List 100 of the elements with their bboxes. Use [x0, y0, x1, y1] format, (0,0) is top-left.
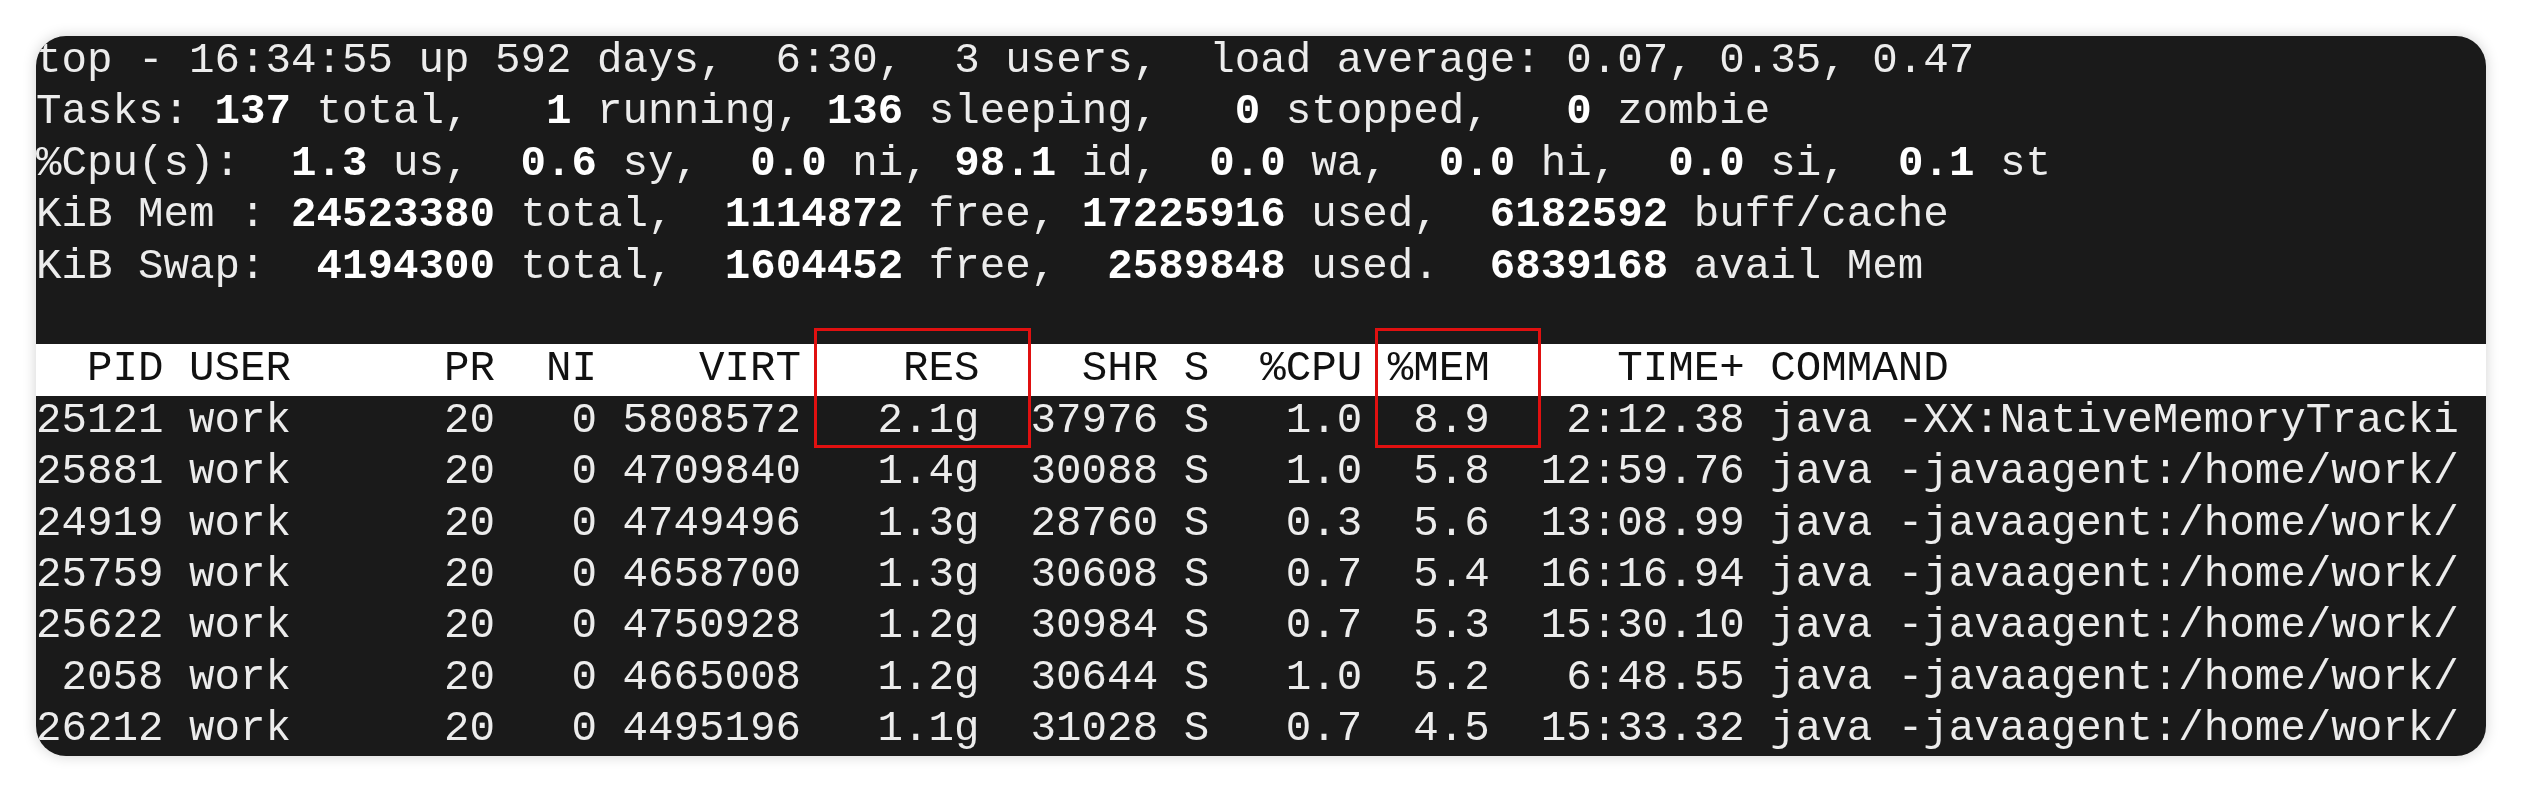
column-header[interactable]: RES [801, 344, 980, 396]
summary-line: KiB Mem : 24523380 total, 1114872 free, 17225916 used, 6182592 buff/cache [36, 190, 1950, 242]
table-cell-text: work [189, 601, 293, 653]
table-cell-text: 0 [570, 549, 598, 601]
table-cell-text: 0.3 [1284, 498, 1363, 550]
table-cell-text: 0 [570, 498, 598, 550]
column-header[interactable]: VIRT [597, 344, 802, 396]
table-cell-text: 30984 [1029, 601, 1159, 653]
table-cell-text: java -XX:NativeMemoryTracki [1770, 395, 2459, 447]
table-cell-text: 13:08.99 [1539, 498, 1745, 550]
table-cell-text: 2058 [60, 652, 164, 704]
table-cell-text: 20 [443, 704, 496, 756]
table-cell-text: 0.7 [1284, 704, 1363, 756]
table-cell-text: 15:33.32 [1539, 704, 1745, 756]
table-cell-text: 20 [443, 447, 496, 499]
table-cell-text: work [189, 498, 293, 550]
table-cell-text: 1.3g [876, 498, 980, 550]
table-cell-text: 0 [570, 601, 598, 653]
table-cell-text: 1.3g [876, 549, 980, 601]
column-header[interactable]: USER [189, 344, 394, 396]
table-cell-text: work [189, 704, 293, 756]
table-cell: 24919 [36, 498, 164, 550]
table-cell-text: 30608 [1029, 549, 1159, 601]
table-cell: 25622 [36, 601, 164, 653]
table-cell-text: 2:12.38 [1565, 395, 1745, 447]
table-cell-text: 5.6 [1412, 498, 1490, 550]
table-cell-text: work [189, 395, 293, 447]
table-cell-text: 4658700 [621, 549, 802, 601]
table-cell-text: 1.0 [1284, 447, 1363, 499]
table-cell: 26212 [36, 704, 164, 756]
table-cell-text: java -javaagent:/home/work/ [1770, 549, 2459, 601]
column-header[interactable]: SHR [979, 344, 1159, 396]
table-cell-text: 0 [570, 447, 598, 499]
table-cell-text: 20 [443, 601, 496, 653]
summary-line: %Cpu(s): 1.3 us, 0.6 sy, 0.0 ni, 98.1 id, 0.0 wa, 0.0 hi, 0.0 si, 0.1 st [36, 138, 2052, 190]
table-cell-text: 28760 [1029, 498, 1159, 550]
table-cell-text: 4495196 [621, 704, 802, 756]
table-cell-text: 8.9 [1412, 395, 1490, 447]
table-cell-text: S [1182, 704, 1210, 756]
column-header[interactable]: S [1158, 344, 1210, 396]
table-cell-text: 25759 [36, 549, 164, 601]
table-cell-text: 30644 [1029, 652, 1159, 704]
table-cell-text: 1.2g [876, 652, 980, 704]
column-header[interactable]: %CPU [1209, 344, 1363, 396]
table-cell: 25881 [36, 447, 164, 499]
table-cell-text: 15:30.10 [1539, 601, 1745, 653]
table-cell-text: 5.3 [1412, 601, 1490, 653]
table-cell-text: 16:16.94 [1539, 549, 1745, 601]
table-cell-text: 0.7 [1284, 549, 1363, 601]
summary-line: KiB Swap: 4194300 total, 1604452 free, 2589848 used. 6839168 avail Mem [36, 241, 1925, 293]
table-cell-text: 6:48.55 [1565, 652, 1745, 704]
table-cell-text: 2.1g [876, 395, 980, 447]
table-cell-text: S [1182, 652, 1210, 704]
table-cell-text: 4.5 [1412, 704, 1490, 756]
summary-line: top - 16:34:55 up 592 days, 6:30, 3 users, load average: 0.07, 0.35, 0.47 [36, 36, 1976, 87]
table-cell: java -javaagent:/home/work/ [1770, 447, 2459, 499]
table-cell-text: 0 [570, 704, 598, 756]
table-cell-text: 37976 [1029, 395, 1159, 447]
column-header[interactable]: TIME+ [1489, 344, 1745, 396]
table-cell-text: work [189, 447, 293, 499]
table-cell-text: 5.8 [1412, 447, 1490, 499]
column-header[interactable]: COMMAND [1770, 344, 1949, 396]
table-cell-text: S [1182, 549, 1210, 601]
table-cell-text: 20 [443, 549, 496, 601]
table-cell-text: S [1182, 447, 1210, 499]
table-cell: java -javaagent:/home/work/ [1770, 601, 2459, 653]
table-cell-text: 31028 [1029, 704, 1159, 756]
table-cell: java -javaagent:/home/work/ [1770, 498, 2459, 550]
table-cell-text: S [1182, 498, 1210, 550]
table-cell-text: 1.2g [876, 601, 980, 653]
column-header[interactable]: PID [36, 344, 164, 396]
table-cell-text: work [189, 549, 293, 601]
column-header[interactable]: PR [393, 344, 496, 396]
table-cell-text: 20 [443, 395, 496, 447]
table-cell-text: 25121 [36, 395, 164, 447]
table-cell-text: 5.2 [1412, 652, 1490, 704]
table-cell-text: 5.4 [1412, 549, 1490, 601]
table-cell-text: 20 [443, 652, 496, 704]
table-cell-text: S [1182, 601, 1210, 653]
table-cell-text: 4750928 [621, 601, 802, 653]
table-cell-text: 1.1g [876, 704, 980, 756]
table-cell-text: 4665008 [621, 652, 802, 704]
table-cell-text: 4749496 [621, 498, 802, 550]
summary-line: Tasks: 137 total, 1 running, 136 sleeping, 0 stopped, 0 zombie [36, 87, 1772, 139]
column-header[interactable]: %MEM [1362, 344, 1490, 396]
table-cell-text: 4709840 [621, 447, 802, 499]
table-cell-text: 1.0 [1284, 395, 1363, 447]
table-cell-text: 1.4g [876, 447, 980, 499]
table-cell-text: 1.0 [1284, 652, 1363, 704]
table-cell-text: S [1182, 395, 1210, 447]
table-cell-text: 30088 [1029, 447, 1159, 499]
table-cell-text: 12:59.76 [1539, 447, 1745, 499]
table-cell-text: 20 [443, 498, 496, 550]
column-header[interactable]: NI [495, 344, 598, 396]
table-cell-text: 5808572 [621, 395, 802, 447]
table-cell-text: 0 [570, 395, 598, 447]
table-cell-text: work [189, 652, 293, 704]
table-cell: java -javaagent:/home/work/ [1770, 704, 2459, 756]
table-cell-text: 0.7 [1284, 601, 1363, 653]
table-cell-text: 0 [570, 652, 598, 704]
